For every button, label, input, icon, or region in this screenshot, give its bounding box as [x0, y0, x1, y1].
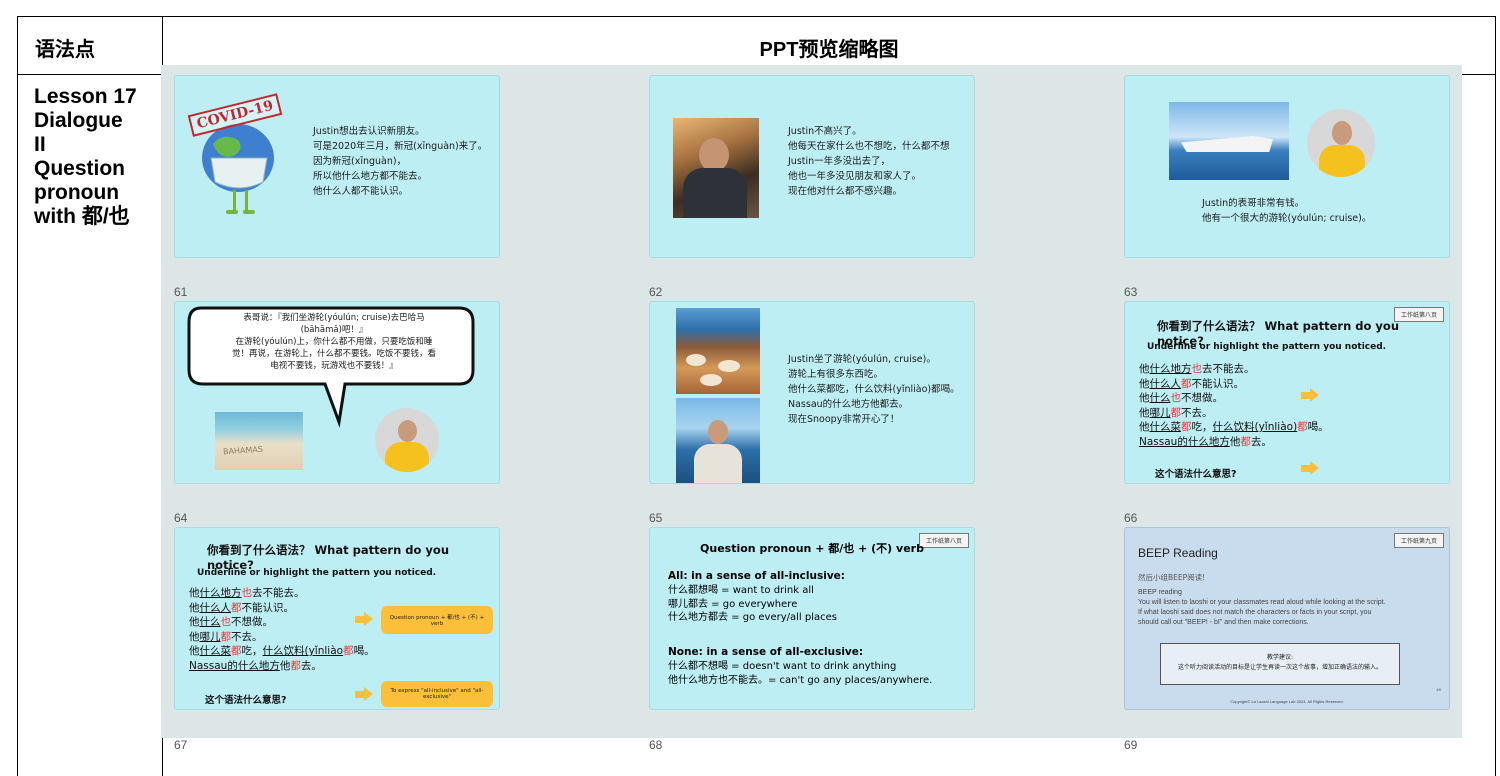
arrow-icon [1301, 461, 1319, 475]
slide-62-number: 62 [649, 285, 663, 299]
slide-69-body: BEEP reading You will listen to laoshi o… [1138, 589, 1386, 626]
slide-68-number: 68 [649, 738, 663, 752]
slide-66-number: 66 [1124, 511, 1138, 525]
ppt-preview-grid: COVID-19 Justin想出去认识新朋友。 可是2020年三月，新冠(xī… [161, 65, 1462, 752]
bahamas-beach-photo: BAHAMAS [215, 412, 303, 470]
header-grammar-point: 语法点 [35, 39, 95, 61]
slide-66[interactable]: 工作纸第八页 你看到了什么语法？ What pattern do you not… [1124, 301, 1450, 484]
teaching-tip-text: 这个听力阅读活动的目标是让学生再读一次这个故事，增加正确语法的输入。 [1177, 664, 1382, 671]
slide-67-example-lines: 他什么地方也去不能去。 他什么人都不能认识。 他什么也不想做。 他哪儿都不去。 … [189, 587, 375, 672]
slide-67[interactable]: 你看到了什么语法？ What pattern do you notice? Un… [174, 527, 500, 710]
sad-man-photo [673, 118, 759, 218]
meaning-answer-box: To express "all-inclusive" and "all-excl… [381, 681, 493, 707]
slide-62-text: Justin不高兴了。 他每天在家什么也不想吃，什么都不想 Justin一年多没… [788, 126, 950, 197]
slide-66-subtitle: Underline or highlight the pattern you n… [1147, 342, 1387, 352]
slide-66-meaning-prompt: 这个语法什么意思? [1155, 469, 1237, 480]
arrow-icon [1301, 388, 1319, 402]
slide-68-lines-all: 什么都想喝 = want to drink all 哪儿都去 = go ever… [668, 585, 837, 623]
slide-69-subtitle: 然后小组BEEP阅读! [1138, 573, 1206, 582]
slide-63-number: 63 [1124, 285, 1138, 299]
worksheet-tag: 工作纸第九页 [1393, 533, 1444, 548]
slide-69-copyright: Copyright© La Laoshi Language Lab 2024. … [1230, 699, 1344, 704]
slide-68-heading-all: All: in a sense of all-inclusive: [668, 570, 845, 582]
slide-65[interactable]: Justin坐了游轮(yóulún, cruise)。 游轮上有很多东西吃。 他… [649, 301, 975, 484]
slide-69[interactable]: 工作纸第九页 BEEP Reading 然后小组BEEP阅读! BEEP rea… [1124, 527, 1450, 710]
slide-68-title: Question pronoun + 都/也 + (不) verb [700, 542, 924, 555]
slide-67-meaning-prompt: 这个语法什么意思? [205, 695, 287, 706]
slide-67-subtitle: Underline or highlight the pattern you n… [197, 568, 437, 578]
slide-68-heading-none: None: in a sense of all-exclusive: [668, 646, 864, 658]
slide-61-number: 61 [174, 285, 188, 299]
slide-64-number: 64 [174, 511, 188, 525]
slide-69-page: 69 [1436, 687, 1441, 692]
slide-64-bubble-text: 表哥说：『我们坐游轮(yóulún; cruise)去巴哈马 (bāhāmǎ)吧… [231, 313, 436, 371]
slide-67-number: 67 [174, 738, 188, 752]
slide-61-text: Justin想出去认识新朋友。 可是2020年三月，新冠(xīnguàn)来了。… [313, 126, 488, 197]
cruise-ship-photo [1169, 102, 1289, 180]
man-on-deck-photo [676, 398, 760, 483]
pattern-answer-box: Question pronoun + 都/也 + (不) + verb [381, 606, 493, 634]
slide-65-number: 65 [649, 511, 663, 525]
lesson-label: Lesson 17 Dialogue II Question pronoun w… [34, 85, 137, 228]
slide-68[interactable]: 工作纸第八页 Question pronoun + 都/也 + (不) verb… [649, 527, 975, 710]
slide-64[interactable]: 表哥说：『我们坐游轮(yóulún; cruise)去巴哈马 (bāhāmǎ)吧… [174, 301, 500, 484]
slide-63-text: Justin的表哥非常有钱。 他有一个很大的游轮(yóulún; cruise)… [1202, 198, 1372, 224]
arrow-icon [355, 687, 373, 701]
slide-63[interactable]: Justin的表哥非常有钱。 他有一个很大的游轮(yóulún; cruise)… [1124, 75, 1450, 258]
slide-66-example-lines: 他什么地方也去不能去。 他什么人都不能认识。 他什么也不想做。 他哪儿都不去。 … [1139, 363, 1329, 448]
slide-69-number: 69 [1124, 738, 1138, 752]
teaching-tip-title: 教学建议: [1266, 654, 1294, 661]
slide-69-title: BEEP Reading [1138, 546, 1218, 560]
slide-61[interactable]: COVID-19 Justin想出去认识新朋友。 可是2020年三月，新冠(xī… [174, 75, 500, 258]
slide-62[interactable]: Justin不高兴了。 他每天在家什么也不想吃，什么都不想 Justin一年多没… [649, 75, 975, 258]
teaching-tip-box: 教学建议: 这个听力阅读活动的目标是让学生再读一次这个故事，增加正确语法的输入。 [1160, 643, 1400, 685]
slide-68-lines-none: 什么都不想喝 = doesn't want to drink anything … [668, 661, 933, 686]
arrow-icon [355, 612, 373, 626]
header-ppt-preview: PPT预览缩略图 [759, 39, 899, 61]
slide-65-text: Justin坐了游轮(yóulún, cruise)。 游轮上有很多东西吃。 他… [788, 354, 960, 425]
cruise-food-photo [676, 308, 760, 394]
justin-pointing-photo [375, 408, 439, 472]
justin-photo [1307, 109, 1375, 177]
